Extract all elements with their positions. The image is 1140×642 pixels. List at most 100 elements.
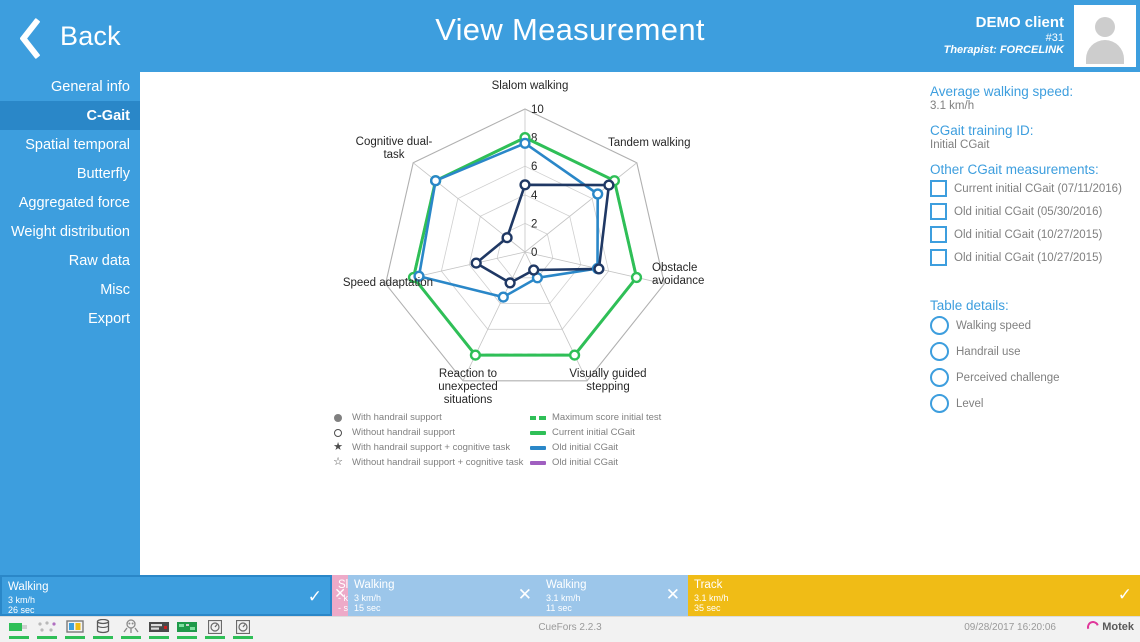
close-icon: ✕ xyxy=(665,585,680,604)
radio-unselected-icon[interactable] xyxy=(930,394,949,413)
checkbox-checked-icon[interactable] xyxy=(930,249,947,266)
sidebar-item-raw-data[interactable]: Raw data xyxy=(0,246,140,275)
checkbox-checked-icon[interactable] xyxy=(930,180,947,197)
legend-label: Current initial CGait xyxy=(552,427,635,438)
sidebar-item-general-info[interactable]: General info xyxy=(0,72,140,101)
sidebar-item-export[interactable]: Export xyxy=(0,304,140,333)
radio-row-walking-speed[interactable]: Walking speed xyxy=(930,316,1140,335)
segment-name: Walking xyxy=(8,581,49,593)
app-header: Back View Measurement DEMO client #31 Th… xyxy=(0,0,1140,72)
solid-line-icon xyxy=(530,430,546,435)
svg-text:0: 0 xyxy=(531,247,537,259)
legend-item: Old initial CGait xyxy=(530,440,750,455)
radio-row-handrail-use[interactable]: Handrail use xyxy=(930,342,1140,361)
sidebar-item-weight-distribution[interactable]: Weight distribution xyxy=(0,217,140,246)
robot-icon[interactable] xyxy=(120,619,142,639)
checkbox-row-old-initial-3[interactable]: Old initial CGait (10/27/2015) xyxy=(930,249,1140,266)
legend-item: Old initial CGait xyxy=(530,455,750,470)
cgait-radar-chart: 0 2 4 6 8 10 Slalom walking Tandem walking Ob… xyxy=(320,80,740,410)
timeline-segment-slalom[interactable]: Slalom - km/h - sec ✕ xyxy=(332,575,348,616)
radio-selected-icon[interactable] xyxy=(930,316,949,335)
motek-logo: Motek xyxy=(1086,620,1134,634)
main-content: 0 2 4 6 8 10 Slalom walking Tandem walking Ob… xyxy=(140,72,920,575)
legend-item: Without handrail support xyxy=(330,425,530,440)
open-star-icon: ☆ xyxy=(333,456,343,468)
sidebar-item-spatial-temporal[interactable]: Spatial temporal xyxy=(0,130,140,159)
database-icon[interactable] xyxy=(92,619,114,639)
gauge2-icon[interactable] xyxy=(232,619,254,639)
timeline-segment-walking-1[interactable]: Walking 3 km/h 26 sec ✓ xyxy=(0,575,332,616)
axis-label-slalom-walking: Slalom walking xyxy=(491,80,569,92)
legend-item: ☆ Without handrail support + cognitive t… xyxy=(330,455,530,470)
sidebar-item-aggregated-force[interactable]: Aggregated force xyxy=(0,188,140,217)
svg-text:2: 2 xyxy=(531,218,537,230)
sidebar-item-butterfly[interactable]: Butterfly xyxy=(0,159,140,188)
status-bar: CueFors 2.2.3 09/28/2017 16:20:06 Motek xyxy=(0,616,1140,642)
avatar[interactable] xyxy=(1074,5,1136,67)
segment-duration: 26 sec xyxy=(8,605,35,615)
radio-label: Level xyxy=(956,397,984,410)
legend-label: Maximum score initial test xyxy=(552,412,662,423)
radio-unselected-icon[interactable] xyxy=(930,368,949,387)
check-icon: ✓ xyxy=(1117,585,1132,604)
checkbox-row-old-initial-1[interactable]: Old initial CGait (05/30/2016) xyxy=(930,203,1140,220)
app-version: CueFors 2.2.3 xyxy=(538,622,602,633)
gauge-icon[interactable] xyxy=(204,619,226,639)
radio-row-perceived-challenge[interactable]: Perceived challenge xyxy=(930,368,1140,387)
network-nodes-icon[interactable] xyxy=(36,619,58,639)
axis-label-tandem-walking: Tandem walking xyxy=(608,137,691,149)
avg-speed-label: Average walking speed: xyxy=(930,84,1074,99)
training-id-label: CGait training ID: xyxy=(930,123,1034,138)
timeline-segment-track[interactable]: Track 3.1 km/h 35 sec ✓ xyxy=(688,575,1140,616)
segment-speed: 3.1 km/h xyxy=(694,593,729,603)
checkbox-checked-icon[interactable] xyxy=(930,226,947,243)
legend-series: Maximum score initial test Current initi… xyxy=(530,410,750,470)
checkbox-row-current-initial[interactable]: Current initial CGait (07/11/2016) xyxy=(930,180,1140,197)
sidebar-item-label: Raw data xyxy=(68,252,130,269)
keyboard-icon[interactable] xyxy=(148,619,170,639)
sidebar-item-label: Weight distribution xyxy=(10,223,130,240)
legend-item: Maximum score initial test xyxy=(530,410,750,425)
radio-row-level[interactable]: Level xyxy=(930,394,1140,413)
segment-speed: 3 km/h xyxy=(354,593,382,603)
segment-speed: 3.1 km/h xyxy=(546,593,581,603)
timeline-segment-walking-3[interactable]: Walking 3.1 km/h 11 sec ✕ xyxy=(540,575,688,616)
client-text: DEMO client #31 Therapist: FORCELINK xyxy=(943,14,1066,57)
legend-label: Without handrail support + cognitive tas… xyxy=(352,457,524,468)
solid-line-icon xyxy=(530,445,546,450)
close-icon: ✕ xyxy=(517,585,532,604)
legend-item: ★ With handrail support + cognitive task xyxy=(330,440,530,455)
circuit-board-icon[interactable] xyxy=(176,619,198,639)
segment-duration: 11 sec xyxy=(546,603,572,613)
timestamp: 09/28/2017 16:20:06 xyxy=(964,622,1056,633)
timeline-segment-walking-2[interactable]: Walking 3 km/h 15 sec ✕ xyxy=(348,575,540,616)
sidebar-item-c-gait[interactable]: C-Gait xyxy=(0,101,140,130)
client-info[interactable]: DEMO client #31 Therapist: FORCELINK xyxy=(920,4,1136,68)
checkbox-label: Old initial CGait (10/27/2015) xyxy=(954,251,1103,264)
filled-star-icon: ★ xyxy=(333,441,343,453)
checkbox-row-old-initial-2[interactable]: Old initial CGait (10/27/2015) xyxy=(930,226,1140,243)
segment-name: Walking xyxy=(546,579,587,591)
radio-label: Walking speed xyxy=(956,319,1032,332)
radio-unselected-icon[interactable] xyxy=(930,342,949,361)
svg-text:6: 6 xyxy=(531,161,537,173)
monitor-icon[interactable] xyxy=(64,619,86,639)
training-id-value: Initial CGait xyxy=(930,139,990,151)
checkbox-checked-icon[interactable] xyxy=(930,203,947,220)
panel-spacer xyxy=(928,272,1140,298)
chart-legend: With handrail support Without handrail s… xyxy=(330,410,750,478)
sidebar-item-misc[interactable]: Misc xyxy=(0,275,140,304)
usb-drive-icon[interactable] xyxy=(8,619,30,639)
therapist-name: Therapist: FORCELINK xyxy=(943,44,1064,57)
avatar-placeholder-icon xyxy=(1077,8,1133,64)
sidebar-item-label: General info xyxy=(51,78,130,95)
radio-label: Handrail use xyxy=(956,345,1021,358)
solid-line-icon xyxy=(530,460,546,465)
other-measurements-label: Other CGait measurements: xyxy=(930,162,1099,177)
legend-label: Old initial CGait xyxy=(552,442,618,453)
sidebar-item-label: Aggregated force xyxy=(18,194,130,211)
sidebar: General info C-Gait Spatial temporal But… xyxy=(0,72,140,575)
legend-label: Old initial CGait xyxy=(552,457,618,468)
svg-text:4: 4 xyxy=(531,190,538,202)
legend-item: With handrail support xyxy=(330,410,530,425)
